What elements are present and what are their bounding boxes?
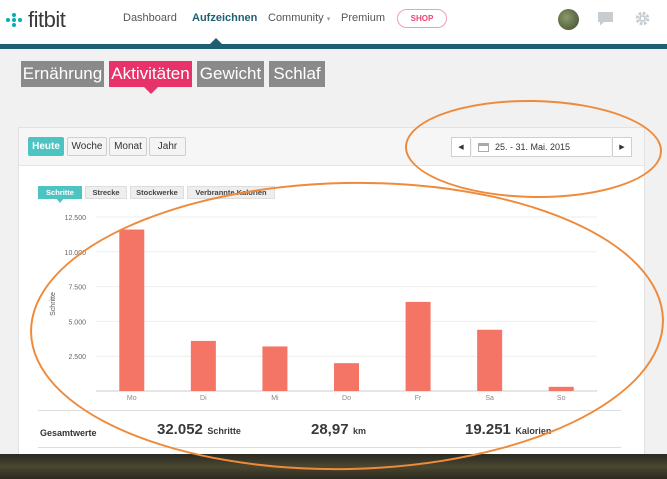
avatar[interactable] <box>558 9 579 30</box>
nav-dashboard[interactable]: Dashboard <box>123 12 177 24</box>
chevron-down-icon: ▾ <box>326 16 331 23</box>
period-tab-jahr[interactable]: Jahr <box>149 137 186 156</box>
nav-aufzeichnen[interactable]: Aufzeichnen <box>192 12 257 24</box>
metric-tab-schritte[interactable]: Schritte <box>38 186 82 203</box>
nav-accent-line <box>0 44 667 49</box>
gear-icon[interactable] <box>634 10 651 27</box>
active-nav-indicator <box>209 38 223 45</box>
tab-ernaehrung[interactable]: Ernährung <box>21 61 104 87</box>
period-tab-heute[interactable]: Heute <box>28 137 64 156</box>
totals-label: Gesamtwerte <box>40 428 97 438</box>
nav-community-label: Community <box>268 12 324 24</box>
period-tab-woche[interactable]: Woche <box>67 137 107 156</box>
messages-icon[interactable] <box>597 10 614 27</box>
fitbit-logo[interactable]: fitbit <box>6 6 66 34</box>
period-tab-monat[interactable]: Monat <box>109 137 147 156</box>
tab-aktivitaeten[interactable]: Aktivitäten <box>109 61 192 94</box>
nav-premium[interactable]: Premium <box>341 12 385 24</box>
nav-community[interactable]: Community ▾ <box>268 12 330 24</box>
brand-name: fitbit <box>28 7 66 32</box>
tab-gewicht[interactable]: Gewicht <box>197 61 264 87</box>
tab-schlaf[interactable]: Schlaf <box>269 61 325 87</box>
fitbit-dots-icon <box>6 13 23 27</box>
metric-tab-strecke[interactable]: Strecke <box>85 186 127 199</box>
metric-tab-stockwerke[interactable]: Stockwerke <box>130 186 184 199</box>
shop-button[interactable]: SHOP <box>397 9 447 28</box>
